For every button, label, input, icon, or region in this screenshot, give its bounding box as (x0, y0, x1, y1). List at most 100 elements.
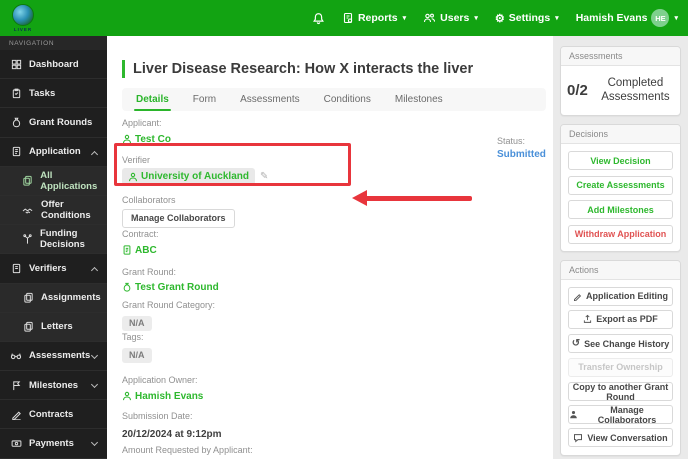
title-row: Liver Disease Research: How X interacts … (122, 60, 473, 78)
person-icon (569, 410, 578, 419)
sidebar-item-label: Grant Rounds (29, 116, 93, 128)
decisions-card-body: View Decision Create Assessments Add Mil… (561, 144, 680, 251)
tab-assessments[interactable]: Assessments (238, 88, 301, 111)
logo-text: LIVER (13, 27, 33, 32)
status-value: Submitted (497, 149, 546, 160)
sidebar-item-payments[interactable]: Payments (0, 429, 107, 459)
page-title: Liver Disease Research: How X interacts … (133, 61, 474, 77)
verifier-value: University of Auckland (141, 171, 249, 182)
history-icon: ↺ (571, 337, 581, 349)
sidebar-item-label: Payments (29, 438, 74, 450)
field-label: Grant Round Category: (122, 300, 216, 310)
sidebar-item-label: Dashboard (29, 58, 79, 70)
tags-badge: N/A (122, 347, 152, 363)
button-label: Transfer Ownership (578, 362, 663, 373)
field-grant-round-category: Grant Round Category: N/A (122, 300, 215, 331)
sidebar-item-dashboard[interactable]: Dashboard (0, 50, 107, 80)
tab-milestones[interactable]: Milestones (393, 88, 445, 111)
users-label: Users (440, 12, 470, 24)
field-label: Collaborators (122, 195, 176, 205)
banknote-icon (10, 438, 22, 449)
decisions-card: Decisions View Decision Create Assessmen… (560, 123, 681, 252)
export-pdf-button[interactable]: Export as PDF (568, 309, 673, 329)
app-logo[interactable]: LIVER (12, 4, 34, 32)
arrow-body (365, 196, 472, 201)
arrow-head (352, 190, 367, 206)
report-file-icon (342, 12, 354, 24)
view-conversation-button[interactable]: View Conversation (568, 428, 673, 448)
sidebar-item-label: Milestones (29, 379, 79, 391)
add-milestones-button[interactable]: Add Milestones (568, 200, 673, 220)
application-owner-value: Hamish Evans (135, 390, 204, 402)
user-menu[interactable]: Hamish Evans HE ▾ (576, 9, 678, 27)
pencil-icon (573, 292, 582, 301)
sidebar-item-letters[interactable]: Letters (0, 312, 107, 342)
sidebar-item-label: Assignments (41, 292, 101, 304)
applicant-value: Test Co (135, 133, 171, 145)
copy-grant-round-button[interactable]: Copy to another Grant Round (568, 381, 673, 402)
sidebar-item-funding-decisions[interactable]: Funding Decisions (0, 225, 107, 255)
application-editing-button[interactable]: Application Editing (568, 286, 673, 306)
logo-globe-icon (12, 4, 34, 26)
reports-menu[interactable]: Reports ▾ (342, 12, 406, 24)
create-assessments-button[interactable]: Create Assessments (568, 175, 673, 195)
sidebar-item-label: Contracts (29, 408, 74, 420)
sidebar-item-label: All Applications (40, 169, 98, 192)
field-tags: Tags: N/A (122, 332, 152, 363)
tab-conditions[interactable]: Conditions (322, 88, 373, 111)
users-menu[interactable]: Users ▾ (423, 12, 478, 24)
sidebar-item-offer-conditions[interactable]: Offer Conditions (0, 195, 107, 226)
contract-link[interactable]: ABC (122, 245, 157, 256)
button-label: Application Editing (586, 291, 668, 302)
field-label: Verifier (122, 155, 151, 165)
clipboard-icon (10, 88, 22, 99)
document-icon (122, 245, 132, 255)
page: LIVER Reports ▾ Users ▾ ⚙ Settings ▾ Ham… (0, 0, 688, 459)
sidebar-item-application[interactable]: Application (0, 137, 107, 167)
sidebar-item-assessments[interactable]: Assessments (0, 341, 107, 372)
sidebar-item-grant-rounds[interactable]: Grant Rounds (0, 108, 107, 138)
sidebar-item-label: Funding Decisions (40, 228, 85, 251)
sidebar-item-assignments[interactable]: Assignments (0, 283, 107, 313)
export-icon (583, 314, 592, 324)
chevron-down-icon: ▾ (474, 15, 478, 22)
copy-icon (22, 321, 34, 332)
assessments-card-header: Assessments (561, 47, 680, 66)
sidebar-item-tasks[interactable]: Tasks (0, 79, 107, 109)
field-applicant: Applicant: Test Co (122, 118, 171, 149)
glasses-icon (10, 350, 22, 361)
tab-details[interactable]: Details (134, 88, 171, 111)
applicant-link[interactable]: Test Co (122, 134, 171, 145)
chevron-down-icon: ▾ (402, 15, 407, 22)
application-owner-link[interactable]: Hamish Evans (122, 391, 203, 402)
verifier-link[interactable]: University of Auckland (122, 168, 255, 185)
pen-icon (10, 409, 22, 420)
sidebar-item-milestones[interactable]: Milestones (0, 371, 107, 401)
moneybag-icon (122, 282, 132, 293)
withdraw-application-button[interactable]: Withdraw Application (568, 224, 673, 244)
copy-icon (22, 175, 33, 186)
sidebar-item-contracts[interactable]: Contracts (0, 400, 107, 430)
settings-menu[interactable]: ⚙ Settings ▾ (495, 12, 559, 25)
sidebar-item-verifiers[interactable]: Verifiers (0, 254, 107, 284)
manage-collaborators-action-button[interactable]: Manage Collaborators (568, 405, 673, 425)
edit-verifier-icon[interactable]: ✎ (260, 171, 268, 182)
transfer-ownership-button[interactable]: Transfer Ownership (568, 357, 673, 377)
field-label: Contract: (122, 229, 159, 239)
sidebar-item-all-applications[interactable]: All Applications (0, 166, 107, 196)
field-contract: Contract: ABC (122, 229, 159, 260)
sidebar-item-label: Tasks (29, 87, 56, 99)
grant-round-link[interactable]: Test Grant Round (122, 282, 219, 293)
bell-icon[interactable] (312, 12, 325, 25)
chevron-up-icon (90, 267, 99, 275)
view-decision-button[interactable]: View Decision (568, 151, 673, 171)
sidebar-item-label: Assessments (29, 350, 91, 362)
chevron-down-icon (90, 439, 99, 447)
change-history-button[interactable]: ↺ See Change History (568, 334, 673, 354)
button-label: Copy to another Grant Round (572, 381, 669, 402)
field-amount-requested: Amount Requested by Applicant: $5,000.00 (122, 445, 253, 459)
tab-form[interactable]: Form (191, 88, 218, 111)
right-panel: Assessments 0/2 Completed Assessments De… (553, 36, 688, 459)
settings-label: Settings (508, 12, 551, 24)
manage-collaborators-button[interactable]: Manage Collaborators (122, 208, 235, 228)
